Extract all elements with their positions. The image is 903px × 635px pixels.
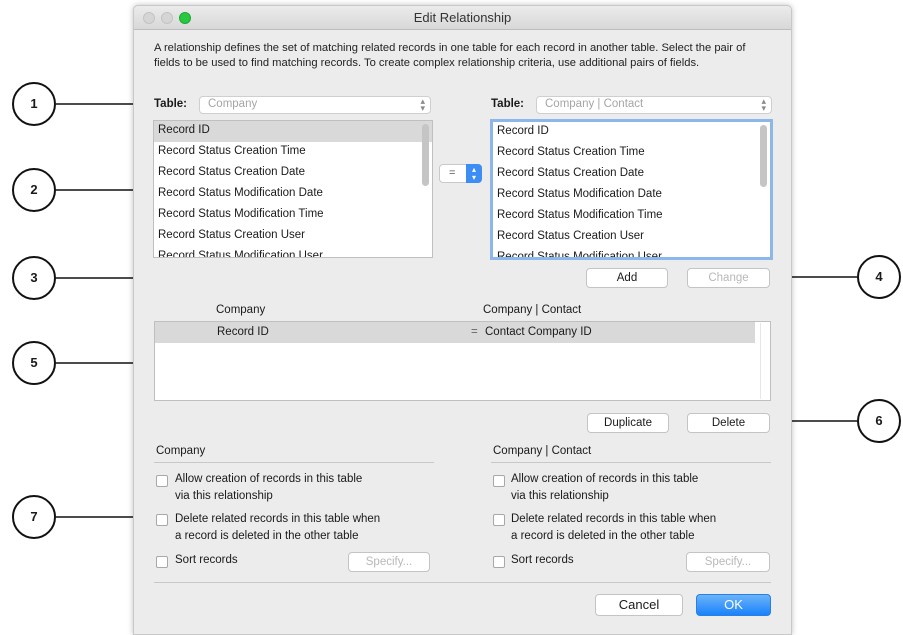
right-field-item[interactable]: Record Status Creation Time [493,143,770,164]
criteria-left-field: Record ID [217,326,269,338]
duplicate-button[interactable]: Duplicate [587,413,669,433]
left-field-list[interactable]: Record ID Record Status Creation Time Re… [153,120,433,258]
cancel-button[interactable]: Cancel [595,594,683,616]
change-button[interactable]: Change [687,268,770,288]
callout-4: 4 [857,255,901,299]
right-allow-line2: via this relationship [511,490,609,502]
callout-7: 7 [12,495,56,539]
left-field-item[interactable]: Record Status Modification User [154,247,432,257]
right-options-divider [491,462,771,463]
left-list-scrollbar[interactable] [422,124,429,186]
callout-2: 2 [12,168,56,212]
right-table-select[interactable]: Company | Contact ▴ ▾ [536,96,772,114]
left-sort-records-checkbox[interactable] [156,556,168,568]
chevron-up-down-icon: ▴ ▾ [466,164,482,183]
left-options-divider [154,462,434,463]
title-bar[interactable]: Edit Relationship [134,6,791,30]
left-sort-records-label: Sort records [175,554,238,566]
left-specify-button[interactable]: Specify... [348,552,430,572]
delete-button[interactable]: Delete [687,413,770,433]
window-title: Edit Relationship [413,10,512,25]
left-delete-related-checkbox[interactable] [156,514,168,526]
right-specify-button[interactable]: Specify... [686,552,770,572]
right-field-item[interactable]: Record Status Modification Time [493,206,770,227]
right-delete-related-checkbox[interactable] [493,514,505,526]
footer-divider [154,582,771,583]
right-allow-creation-label: Allow creation of records in this table v… [511,471,698,505]
right-table-label: Table: [491,98,525,110]
left-delete-line1: Delete related records in this table whe… [175,513,381,525]
left-delete-related-label: Delete related records in this table whe… [175,511,380,545]
left-allow-creation-checkbox[interactable] [156,475,168,487]
criteria-right-header: Company | Contact [483,304,582,316]
criteria-right-field: Contact Company ID [485,326,592,338]
left-allow-line2: via this relationship [175,490,273,502]
left-field-item[interactable]: Record Status Modification Date [154,184,432,205]
right-delete-related-label: Delete related records in this table whe… [511,511,716,545]
right-sort-records-checkbox[interactable] [493,556,505,568]
left-field-item[interactable]: Record Status Creation Time [154,142,432,163]
right-sort-records-label: Sort records [511,554,574,566]
callout-6: 6 [857,399,901,443]
chevron-up-down-icon: ▴ ▾ [761,96,766,113]
operator-select[interactable]: = ▴ ▾ [439,164,482,183]
add-button[interactable]: Add [586,268,668,288]
right-field-item[interactable]: Record Status Modification Date [493,185,770,206]
right-options-header: Company | Contact [493,445,592,457]
left-field-item[interactable]: Record Status Creation Date [154,163,432,184]
criteria-scrollbar[interactable] [760,323,770,399]
left-allow-creation-label: Allow creation of records in this table v… [175,471,362,505]
chevron-up-down-icon: ▴ ▾ [420,96,425,113]
right-allow-line1: Allow creation of records in this table [511,473,699,485]
edit-relationship-dialog: Edit Relationship A relationship defines… [133,5,792,635]
callout-1: 1 [12,82,56,126]
left-field-item[interactable]: Record Status Creation User [154,226,432,247]
right-field-item[interactable]: Record Status Creation Date [493,164,770,185]
right-delete-line2: a record is deleted in the other table [511,530,695,542]
relationship-criteria-table[interactable]: Record ID = Contact Company ID [154,321,771,401]
ok-button[interactable]: OK [696,594,771,616]
criteria-row[interactable]: Record ID = Contact Company ID [155,322,755,343]
left-table-select[interactable]: Company ▴ ▾ [199,96,431,114]
right-field-item[interactable]: Record Status Creation User [493,227,770,248]
criteria-operator: = [471,326,478,338]
right-field-item[interactable]: Record ID [493,122,770,143]
left-allow-line1: Allow creation of records in this table [175,473,363,485]
criteria-left-header: Company [216,304,266,316]
right-list-scrollbar[interactable] [760,125,767,187]
left-options-header: Company [156,445,206,457]
callout-5: 5 [12,341,56,385]
left-field-item[interactable]: Record Status Modification Time [154,205,432,226]
left-field-item[interactable]: Record ID [154,121,432,142]
right-field-item[interactable]: Record Status Modification User [493,248,770,257]
description-text: A relationship defines the set of matchi… [154,42,746,69]
right-allow-creation-checkbox[interactable] [493,475,505,487]
left-table-label: Table: [154,98,188,110]
right-table-value: Company | Contact [545,98,644,110]
right-field-list[interactable]: Record ID Record Status Creation Time Re… [490,119,773,260]
left-delete-line2: a record is deleted in the other table [175,530,359,542]
right-delete-line1: Delete related records in this table whe… [511,513,717,525]
left-table-value: Company [208,98,258,110]
callout-3: 3 [12,256,56,300]
operator-value: = [449,167,456,179]
